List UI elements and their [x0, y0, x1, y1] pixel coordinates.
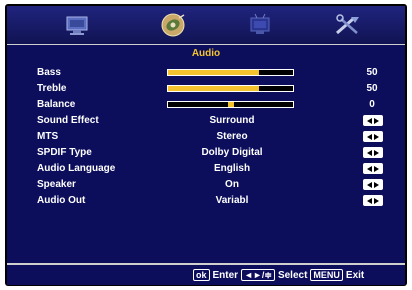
key-hints: ok Enter ◄►/≑ Select MENU Exit [193, 269, 364, 281]
left-right-arrows-icon[interactable] [363, 147, 383, 158]
item-label: SPDIF Type [37, 147, 92, 158]
menu-item-mts[interactable]: MTS Stereo [7, 129, 405, 145]
menu-item-bass[interactable]: Bass 50 [7, 65, 405, 81]
left-right-arrows-icon[interactable] [363, 131, 383, 142]
item-label: Sound Effect [37, 115, 99, 126]
bass-slider[interactable] [167, 69, 294, 76]
item-value: On [225, 179, 239, 190]
speaker-disc-icon [161, 13, 185, 37]
balance-marker [227, 102, 234, 107]
item-value: Dolby Digital [201, 147, 263, 158]
slider-fill [168, 86, 260, 91]
item-label: Speaker [37, 179, 76, 190]
treble-slider[interactable] [167, 85, 294, 92]
navigation-keys-icon: ◄►/≑ [241, 269, 275, 281]
menu-key: MENU [310, 269, 343, 281]
menu-item-treble[interactable]: Treble 50 [7, 81, 405, 97]
menu-item-balance[interactable]: Balance 0 [7, 97, 405, 113]
picture-tab[interactable] [35, 7, 121, 43]
item-label: Bass [37, 67, 61, 78]
tv-icon [250, 13, 270, 34]
help-bar: ok Enter ◄►/≑ Select MENU Exit [7, 265, 405, 285]
audio-tab[interactable] [131, 7, 217, 43]
slider-fill [168, 70, 260, 75]
menu-item-speaker[interactable]: Speaker On [7, 177, 405, 193]
menu-item-spdif-type[interactable]: SPDIF Type Dolby Digital [7, 145, 405, 161]
monitor-icon [66, 16, 88, 35]
exit-hint: Exit [345, 269, 365, 281]
item-value: Surround [209, 115, 255, 126]
item-value: English [213, 163, 251, 174]
item-value: 0 [369, 99, 375, 110]
audio-panel: Audio Bass 50 Treble 50 Balance 0 Sound … [7, 45, 405, 263]
setup-tab[interactable] [305, 7, 391, 43]
item-value: 50 [366, 67, 378, 78]
channel-tab[interactable] [217, 7, 303, 43]
left-right-arrows-icon[interactable] [363, 115, 383, 126]
enter-hint: Enter [212, 269, 239, 281]
item-value: Variabl [215, 195, 249, 206]
menu-item-audio-out[interactable]: Audio Out Variabl [7, 193, 405, 209]
item-label: Audio Language [37, 163, 116, 174]
balance-slider[interactable] [167, 101, 294, 108]
tools-icon [336, 14, 359, 35]
ok-key: ok [193, 269, 210, 281]
item-label: MTS [37, 131, 59, 142]
select-hint: Select [277, 269, 308, 281]
item-value: Stereo [216, 131, 248, 142]
menu-tab-bar [7, 6, 405, 44]
left-right-arrows-icon[interactable] [363, 179, 383, 190]
left-right-arrows-icon[interactable] [363, 163, 383, 174]
item-label: Audio Out [37, 195, 86, 206]
item-value: 50 [366, 83, 378, 94]
left-right-arrows-icon[interactable] [363, 195, 383, 206]
menu-item-audio-language[interactable]: Audio Language English [7, 161, 405, 177]
page-title: Audio [191, 48, 221, 59]
menu-item-sound-effect[interactable]: Sound Effect Surround [7, 113, 405, 129]
item-label: Balance [37, 99, 76, 110]
item-label: Treble [37, 83, 67, 94]
